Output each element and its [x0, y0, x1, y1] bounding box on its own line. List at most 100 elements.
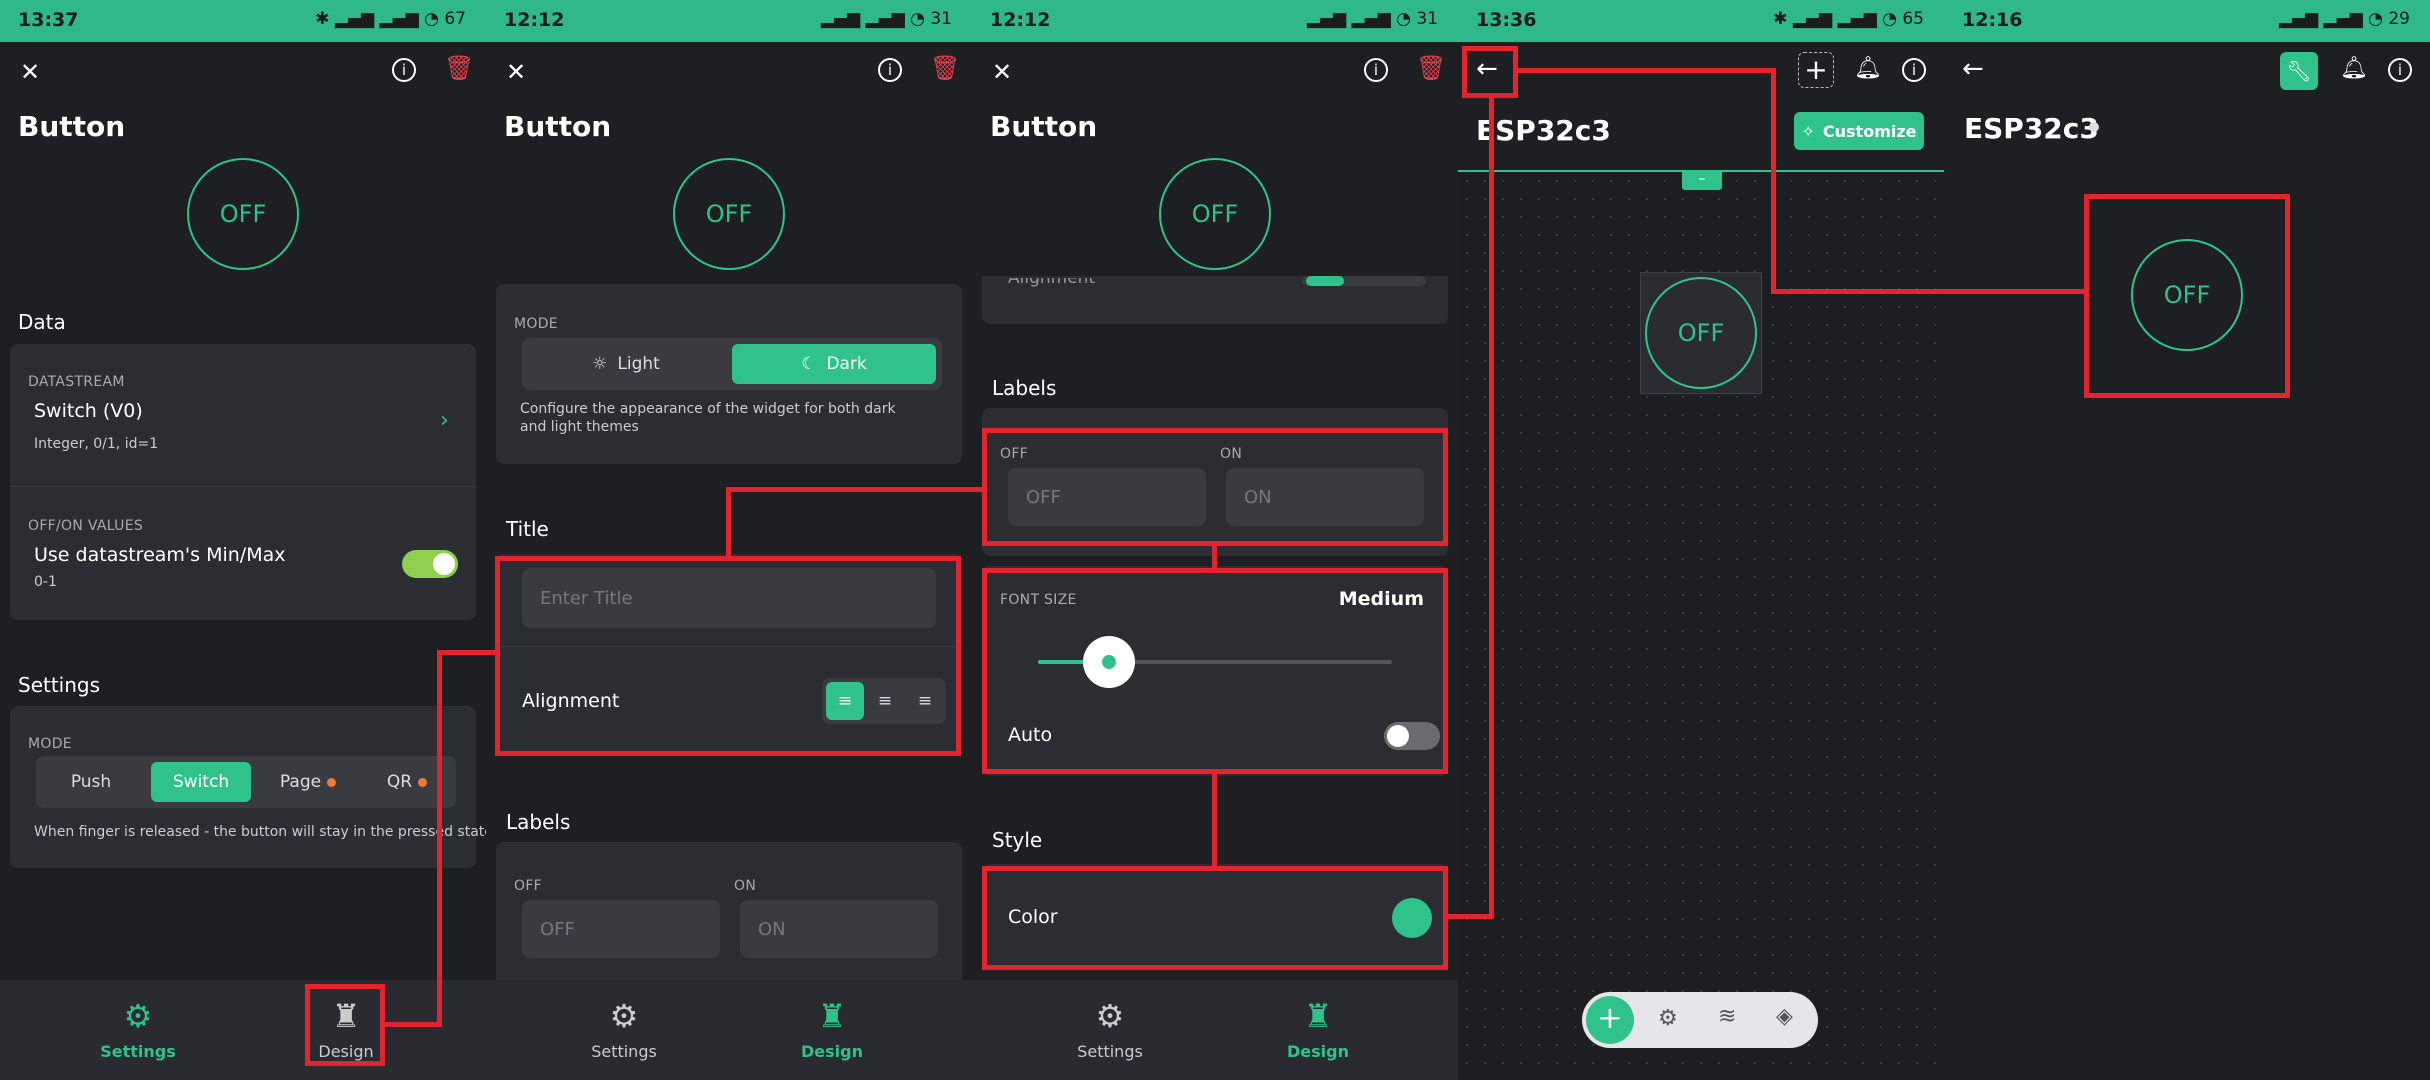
alignment-group	[1302, 276, 1426, 286]
nav-design[interactable]: ♜ Design	[752, 980, 912, 1080]
status-icons: ▂▄▆ ▂▄▆ ◔ 31	[820, 9, 952, 29]
status-time: 12:12	[990, 9, 1051, 31]
wrench-icon[interactable]: 🔧︎	[2280, 52, 2318, 90]
labels-heading: Labels	[992, 376, 1057, 400]
status-icons: ▂▄▆ ▂▄▆ ◔ 31	[1306, 9, 1438, 29]
button-widget-tile[interactable]: OFF	[1640, 272, 1762, 394]
info-icon[interactable]: i	[878, 58, 902, 82]
mode-card: MODE Push Switch Page QR When finger is …	[10, 706, 486, 868]
add-icon[interactable]: +	[1798, 52, 1834, 88]
style-card: Color	[982, 864, 1448, 970]
status-time: 12:12	[504, 9, 565, 31]
panel-settings-data: 13:37 ✱ ▂▄▆ ▂▄▆ ◔ 67 ✕ i 🗑 Button OFF Da…	[0, 0, 486, 1080]
widget-button[interactable]: OFF	[1645, 277, 1757, 389]
bell-icon[interactable]: 🔔︎	[2340, 58, 2368, 80]
back-arrow-icon[interactable]: ←	[1962, 56, 1984, 82]
device-name: ESP32c3	[1476, 114, 1611, 147]
status-bar: 12:12 ▂▄▆ ▂▄▆ ◔ 31	[486, 0, 972, 42]
offon-range: 0-1	[34, 574, 57, 590]
trash-icon[interactable]: 🗑	[930, 56, 960, 80]
trash-icon[interactable]: 🗑	[1416, 56, 1446, 80]
color-swatch[interactable]	[1392, 898, 1432, 938]
title-input[interactable]: Enter Title	[522, 568, 936, 628]
divider	[10, 486, 476, 487]
pro-dot	[418, 777, 428, 787]
offon-toggle[interactable]	[402, 550, 458, 578]
labels-heading: Labels	[506, 810, 571, 834]
info-icon[interactable]: i	[1902, 58, 1926, 82]
font-size-slider[interactable]	[1038, 636, 1392, 688]
slider-knob-dot	[1101, 655, 1116, 669]
data-heading: Data	[18, 310, 66, 334]
canvas-tab-handle[interactable]: –	[1682, 172, 1722, 190]
top-bar: ✕ i 🗑	[486, 42, 972, 100]
align-center-icon[interactable]: ≡	[866, 682, 904, 720]
nav-design[interactable]: ♜ Design	[1238, 980, 1398, 1080]
chevron-right-icon[interactable]: ›	[440, 410, 449, 432]
style-heading: Style	[992, 828, 1043, 852]
nav-design[interactable]: ♜ Design	[266, 980, 426, 1080]
info-icon[interactable]: i	[2388, 58, 2412, 82]
bell-icon[interactable]: 🔔︎	[1854, 58, 1882, 80]
info-icon[interactable]: i	[392, 58, 416, 82]
info-icon[interactable]: i	[1364, 58, 1388, 82]
align-right-icon[interactable]: ≡	[906, 682, 944, 720]
data-card: DATASTREAM Switch (V0) Integer, 0/1, id=…	[10, 344, 476, 620]
customize-button[interactable]: ✧ Customize	[1794, 112, 1924, 150]
widget-button[interactable]: OFF	[2131, 239, 2243, 351]
add-widget-button[interactable]: +	[1586, 996, 1634, 1044]
trash-icon[interactable]: 🗑	[444, 56, 474, 80]
auto-toggle[interactable]	[1384, 722, 1440, 750]
bottom-nav: ⚙ Settings ♜ Design	[972, 980, 1458, 1080]
toggle-knob	[1387, 725, 1409, 747]
connector-line	[726, 487, 984, 492]
off-label-input[interactable]: OFF	[522, 900, 720, 958]
datastream-name[interactable]: Switch (V0)	[34, 400, 143, 422]
nav-settings[interactable]: ⚙ Settings	[544, 980, 704, 1080]
top-bar: ← 🔧︎ 🔔︎ i	[1944, 42, 2430, 100]
connector-line	[385, 1022, 441, 1027]
nav-settings[interactable]: ⚙ Settings	[58, 980, 218, 1080]
back-arrow-icon[interactable]: ←	[1476, 56, 1498, 82]
status-icons: ✱ ▂▄▆ ▂▄▆ ◔ 67	[315, 9, 466, 29]
widget-preview: OFF	[187, 158, 299, 270]
gear-icon[interactable]: ⚙	[1658, 1006, 1678, 1031]
nav-settings[interactable]: ⚙ Settings	[1030, 980, 1190, 1080]
color-label: Color	[1008, 906, 1058, 928]
mode-switch[interactable]: Switch	[151, 762, 251, 802]
close-icon[interactable]: ✕	[506, 60, 526, 84]
close-icon[interactable]: ✕	[20, 60, 40, 84]
close-icon[interactable]: ✕	[992, 60, 1012, 84]
magic-wand-icon: ✧	[1801, 121, 1815, 141]
moon-icon: ☾	[801, 354, 817, 374]
theme-light[interactable]: ☼ Light	[528, 344, 724, 384]
bottom-nav: ⚙ Settings ♜ Design	[486, 980, 972, 1080]
slider-knob[interactable]	[1082, 636, 1135, 688]
sliders-icon[interactable]: ≋	[1718, 1004, 1736, 1029]
theme-help: Configure the appearance of the widget f…	[520, 401, 896, 435]
spray-can-icon: ♜	[817, 997, 847, 1035]
widget-preview: OFF	[673, 158, 785, 270]
theme-dark[interactable]: ☾ Dark	[732, 344, 936, 384]
mode-page[interactable]: Page	[260, 762, 356, 802]
mode-push[interactable]: Push	[42, 762, 140, 802]
spray-can-icon: ♜	[331, 997, 361, 1035]
dashboard-canvas[interactable]: – OFF + ⚙ ≋ ◈	[1458, 170, 1944, 1080]
connector-line	[1448, 914, 1494, 919]
status-bar: 12:16 ▂▄▆ ▂▄▆ ◔ 29	[1944, 0, 2430, 42]
labels-card: OFF ON OFF ON	[496, 842, 962, 1002]
mode-caption: MODE	[514, 316, 558, 332]
align-left-icon[interactable]: ≡	[826, 682, 864, 720]
status-time: 13:36	[1476, 9, 1537, 31]
alignment-label: Alignment	[1008, 268, 1096, 288]
sun-icon: ☼	[592, 354, 608, 374]
off-label-input[interactable]: OFF	[1008, 468, 1206, 526]
on-label-input[interactable]: ON	[1226, 468, 1424, 526]
connector-line	[726, 487, 731, 557]
on-label-input[interactable]: ON	[740, 900, 938, 958]
mode-caption: MODE	[28, 736, 72, 752]
align-left-icon[interactable]	[1306, 276, 1344, 286]
layers-icon[interactable]: ◈	[1776, 1004, 1793, 1029]
offon-caption: OFF/ON VALUES	[28, 518, 144, 534]
connector-line	[1518, 68, 1776, 73]
